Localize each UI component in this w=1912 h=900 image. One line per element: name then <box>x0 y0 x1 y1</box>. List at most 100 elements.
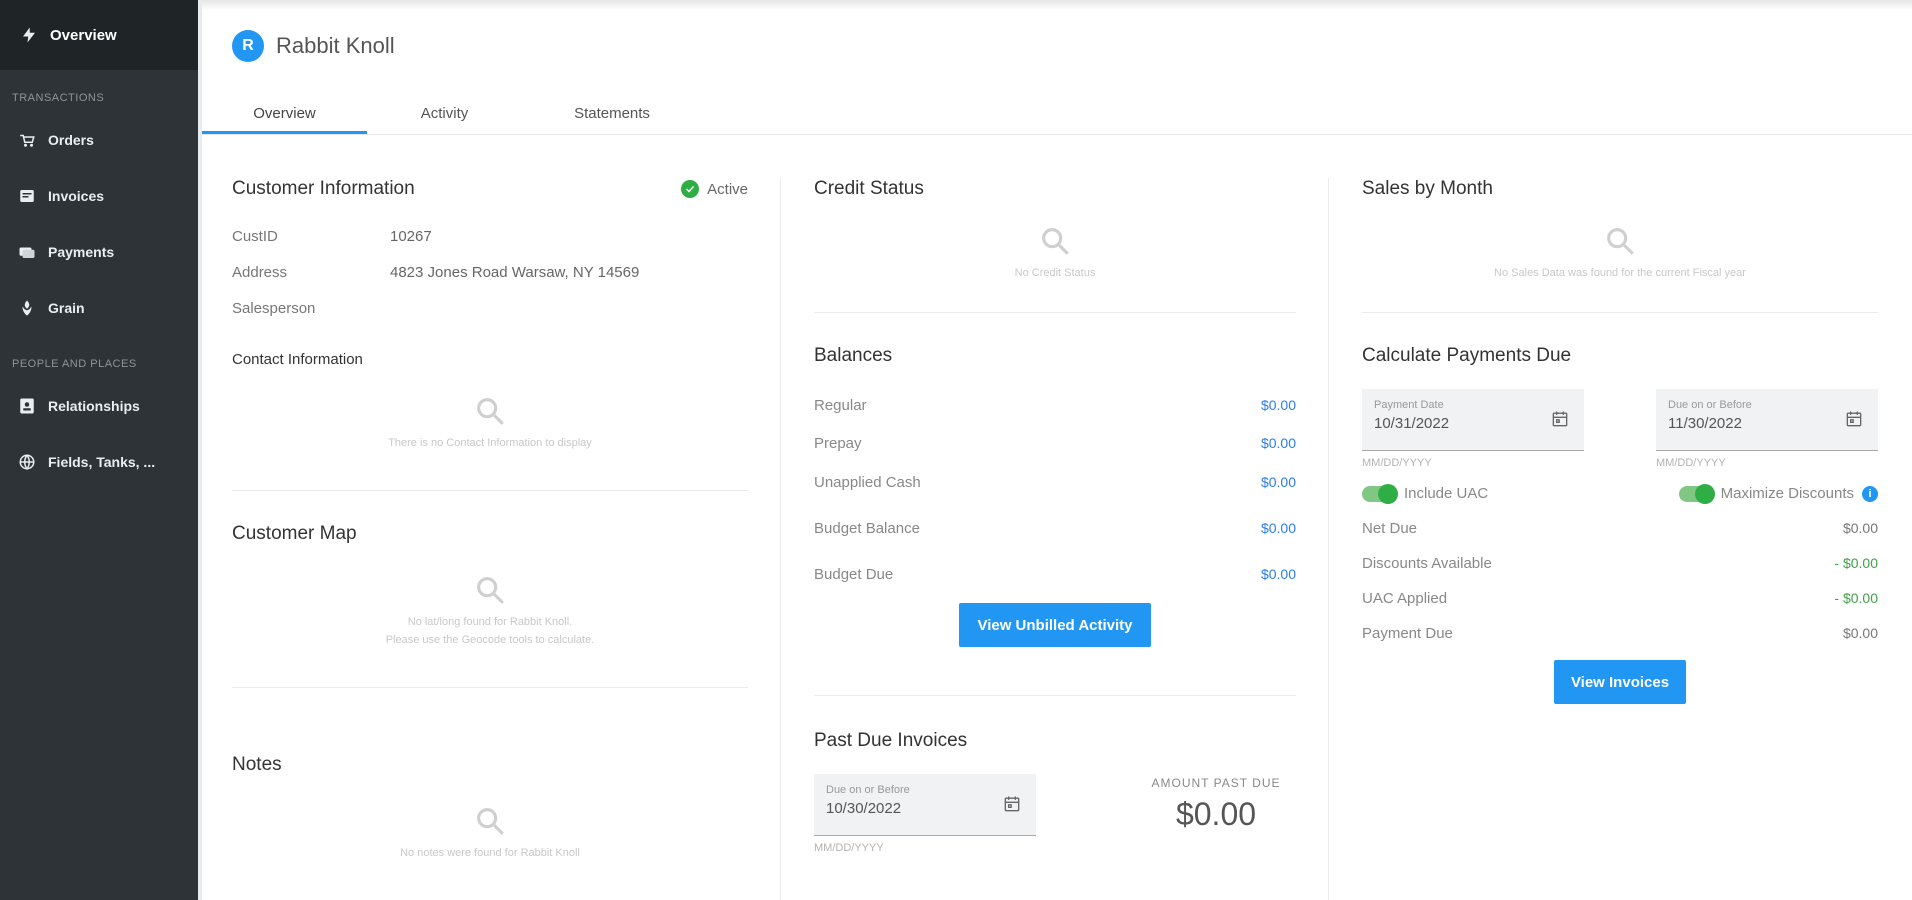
sidebar-item-payments[interactable]: Payments <box>0 224 198 280</box>
balance-label: Regular <box>814 397 867 414</box>
notes-title: Notes <box>232 754 282 775</box>
map-empty-state: No lat/long found for Rabbit Knoll. Plea… <box>232 573 748 649</box>
balance-budget-due-row: Budget Due $0.00 <box>814 566 1296 583</box>
calc-label: UAC Applied <box>1362 590 1448 607</box>
balance-value[interactable]: $0.00 <box>1261 435 1296 452</box>
date-field-value: 10/31/2022 <box>1374 415 1450 432</box>
balance-value[interactable]: $0.00 <box>1261 474 1296 491</box>
check-icon <box>681 180 700 198</box>
due-date-field[interactable]: Due on or Before 11/30/2022 <box>1656 389 1878 451</box>
date-field-label: Payment Date <box>1374 399 1444 411</box>
divider <box>232 687 748 688</box>
payment-date-field[interactable]: Payment Date 10/31/2022 <box>1362 389 1584 451</box>
sidebar-item-orders[interactable]: Orders <box>0 112 198 168</box>
past-due-date-field[interactable]: Due on or Before 10/30/2022 <box>814 774 1036 836</box>
balance-label: Prepay <box>814 435 862 452</box>
column-right: Sales by Month No Sales Data was found f… <box>1362 178 1878 704</box>
grain-icon <box>18 299 36 317</box>
info-icon[interactable]: i <box>1862 485 1878 502</box>
contact-empty-state: There is no Contact Information to displ… <box>232 394 748 452</box>
view-invoices-button[interactable]: View Invoices <box>1554 660 1686 704</box>
contact-empty-text: There is no Contact Information to displ… <box>388 437 592 449</box>
toggle-label: Include UAC <box>1404 485 1489 502</box>
date-field-label: Due on or Before <box>1668 399 1752 411</box>
salesperson-row: Salesperson <box>232 300 748 317</box>
map-empty-line2: Please use the Geocode tools to calculat… <box>385 634 595 646</box>
sidebar-section-people: PEOPLE AND PLACES <box>12 358 137 370</box>
maximize-discounts-toggle[interactable]: Maximize Discounts i <box>1678 483 1878 504</box>
tab-activity[interactable]: Activity <box>367 95 522 134</box>
column-divider <box>1328 178 1329 900</box>
divider <box>814 695 1296 696</box>
calc-value: $0.00 <box>1842 520 1878 536</box>
sidebar-item-label: Grain <box>48 300 85 316</box>
balance-value[interactable]: $0.00 <box>1261 566 1296 583</box>
sales-empty-state: No Sales Data was found for the current … <box>1362 224 1878 282</box>
payment-due-row: Payment Due $0.00 <box>1362 625 1878 642</box>
toggle-switch[interactable] <box>1362 483 1398 504</box>
balance-prepay-row: Prepay $0.00 <box>814 435 1296 452</box>
search-icon <box>477 398 504 425</box>
toggle-label: Maximize Discounts <box>1720 485 1854 502</box>
page-title: Rabbit Knoll <box>276 33 395 58</box>
balance-value[interactable]: $0.00 <box>1261 397 1296 414</box>
content-edge <box>198 0 202 900</box>
search-icon <box>1042 228 1069 255</box>
date-format-hint: MM/DD/YYYY <box>1362 457 1432 469</box>
customer-map-title: Customer Map <box>232 523 357 544</box>
amount-past-due-label: AMOUNT PAST DUE <box>1151 776 1281 790</box>
address-label: Address <box>232 264 288 281</box>
calc-payments-title: Calculate Payments Due <box>1362 345 1572 366</box>
sidebar-item-label: Invoices <box>48 188 105 204</box>
balance-value[interactable]: $0.00 <box>1261 520 1296 537</box>
sidebar-item-label: Fields, Tanks, ... <box>48 454 156 470</box>
calendar-icon[interactable] <box>1844 409 1864 429</box>
address-row: Address 4823 Jones Road Warsaw, NY 14569 <box>232 264 748 281</box>
sidebar-item-fields[interactable]: Fields, Tanks, ... <box>0 434 198 490</box>
tab-overview[interactable]: Overview <box>202 95 367 134</box>
divider <box>1362 312 1878 313</box>
notes-empty-text: No notes were found for Rabbit Knoll <box>400 847 580 859</box>
avatar: R <box>232 30 264 62</box>
discounts-row: Discounts Available - $0.00 <box>1362 555 1878 572</box>
column-left: Customer Information Active CustID 10267… <box>232 178 748 862</box>
search-icon <box>1607 228 1634 255</box>
sidebar-item-invoices[interactable]: Invoices <box>0 168 198 224</box>
balance-label: Unapplied Cash <box>814 474 921 491</box>
contact-info-title: Contact Information <box>232 351 363 368</box>
amount-past-due-value: $0.00 <box>1175 796 1257 832</box>
tab-statements[interactable]: Statements <box>522 95 702 134</box>
date-field-label: Due on or Before <box>826 784 910 796</box>
calc-label: Payment Due <box>1362 625 1453 642</box>
amount-past-due: AMOUNT PAST DUE $0.00 <box>1136 776 1296 854</box>
date-format-hint: MM/DD/YYYY <box>814 842 884 854</box>
sidebar-item-grain[interactable]: Grain <box>0 280 198 336</box>
sidebar: Overview TRANSACTIONS Orders Invoices Pa… <box>0 0 198 900</box>
balance-label: Budget Balance <box>814 520 920 537</box>
uac-applied-row: UAC Applied - $0.00 <box>1362 590 1878 607</box>
lightning-icon <box>20 26 38 44</box>
sidebar-item-relationships[interactable]: Relationships <box>0 378 198 434</box>
calendar-icon[interactable] <box>1550 409 1570 429</box>
column-divider <box>780 178 781 900</box>
view-unbilled-activity-button[interactable]: View Unbilled Activity <box>959 603 1151 647</box>
date-format-hint: MM/DD/YYYY <box>1656 457 1726 469</box>
tab-bar: Overview Activity Statements <box>202 95 1912 135</box>
balance-regular-row: Regular $0.00 <box>814 397 1296 414</box>
credit-empty-state: No Credit Status <box>814 224 1296 282</box>
sidebar-section-transactions: TRANSACTIONS <box>12 92 105 104</box>
calc-label: Discounts Available <box>1362 555 1492 572</box>
calc-label: Net Due <box>1362 520 1418 537</box>
customer-info-title: Customer Information <box>232 178 415 199</box>
page-header: R Rabbit Knoll <box>232 30 395 62</box>
notes-empty-state: No notes were found for Rabbit Knoll <box>232 804 748 862</box>
balance-budget-row: Budget Balance $0.00 <box>814 520 1296 537</box>
sidebar-item-overview[interactable]: Overview <box>0 0 198 70</box>
date-field-value: 11/30/2022 <box>1668 415 1742 432</box>
calc-value: - $0.00 <box>1834 555 1878 571</box>
address-value: 4823 Jones Road Warsaw, NY 14569 <box>390 264 640 281</box>
calendar-icon[interactable] <box>1002 794 1022 814</box>
invoice-icon <box>18 187 36 205</box>
toggle-switch[interactable] <box>1678 483 1715 504</box>
include-uac-toggle[interactable]: Include UAC <box>1362 483 1489 504</box>
